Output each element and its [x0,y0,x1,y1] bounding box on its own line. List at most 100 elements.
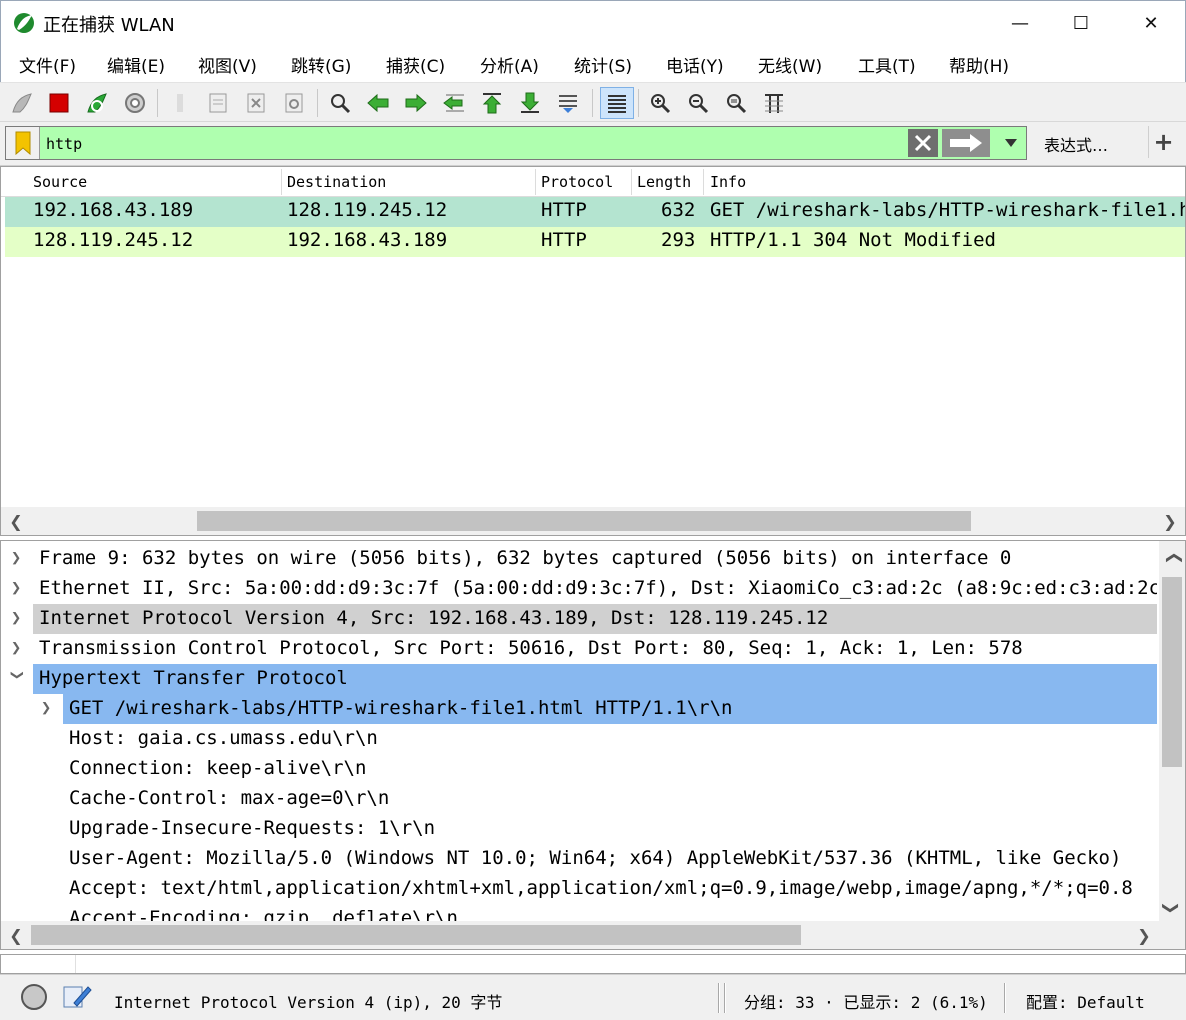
status-profile[interactable]: 配置: Default [1026,989,1145,1013]
scroll-left-icon[interactable]: ❮ [5,510,27,532]
capture-options-gear-icon[interactable] [121,89,149,117]
status-bar: Internet Protocol Version 4 (ip), 20 字节 … [0,974,1186,1020]
resize-columns-icon[interactable] [760,89,788,117]
column-header-info[interactable]: Info [710,173,746,191]
detail-row[interactable]: Connection: keep-alive\r\n [1,754,1157,784]
scrollbar-thumb[interactable] [197,511,971,531]
detail-row[interactable]: Accept: text/html,application/xhtml+xml,… [1,874,1157,904]
find-packet-magnifier-icon[interactable] [326,89,354,117]
scrollbar-thumb[interactable] [1162,577,1182,767]
column-header-source[interactable]: Source [33,173,87,191]
detail-row[interactable]: ❯ Hypertext Transfer Protocol [1,664,1157,694]
toolbar-separator [592,89,593,117]
packet-bytes-pane[interactable] [0,954,1186,974]
apply-filter-arrow-icon[interactable] [942,129,990,157]
expand-chevron-icon[interactable]: ❯ [11,578,27,598]
save-file-icon[interactable] [204,89,232,117]
packet-row[interactable]: 128.119.245.12 192.168.43.189 HTTP 293 H… [5,227,1185,257]
last-packet-icon[interactable] [516,89,544,117]
column-header-protocol[interactable]: Protocol [541,173,613,191]
packet-list-hscrollbar[interactable]: ❮ ❯ [1,507,1185,535]
zoom-in-icon[interactable] [646,89,674,117]
menu-view[interactable]: 视图(V) [198,50,257,79]
filter-history-dropdown-icon[interactable] [996,129,1026,157]
detail-row[interactable]: ❯ Internet Protocol Version 4, Src: 192.… [1,604,1157,634]
go-back-arrow-icon[interactable] [364,89,392,117]
detail-row[interactable]: ❯ Ethernet II, Src: 5a:00:dd:d9:3c:7f (5… [1,574,1157,604]
menu-analyze[interactable]: 分析(A) [480,50,539,79]
restart-capture-icon[interactable] [83,89,111,117]
capture-status-circle-icon[interactable] [20,983,48,1011]
scroll-right-icon[interactable]: ❯ [1133,924,1155,946]
menu-wireless[interactable]: 无线(W) [758,50,822,79]
packet-list-pane: Source Destination Protocol Length Info … [0,166,1186,536]
packet-destination: 192.168.43.189 [287,229,448,251]
auto-scroll-icon[interactable] [554,89,582,117]
menu-capture[interactable]: 捕获(C) [386,50,445,79]
colorize-list-icon[interactable] [600,87,634,119]
scroll-down-icon[interactable]: ❯ [1161,897,1183,919]
details-hscrollbar[interactable]: ❮ ❯ [1,921,1185,949]
scroll-left-icon[interactable]: ❮ [5,924,27,946]
details-vscrollbar[interactable]: ❯ ❯ [1159,541,1185,921]
expression-button[interactable]: 表达式… [1044,132,1108,156]
menu-bar: 文件(F) 编辑(E) 视图(V) 跳转(G) 捕获(C) 分析(A) 统计(S… [0,44,1186,82]
packet-row[interactable]: 192.168.43.189 128.119.245.12 HTTP 632 G… [5,197,1185,227]
column-divider[interactable] [281,169,282,195]
detail-text: Hypertext Transfer Protocol [33,664,1157,694]
detail-text: Host: gaia.cs.umass.edu\r\n [69,727,378,749]
menu-edit[interactable]: 编辑(E) [107,50,165,79]
title-bar: 正在捕获 WLAN — ☐ ✕ [0,0,1186,44]
menu-telephony[interactable]: 电话(Y) [666,50,724,79]
column-header-length[interactable]: Length [637,173,691,191]
detail-text: Accept: text/html,application/xhtml+xml,… [69,877,1133,899]
menu-go[interactable]: 跳转(G) [291,50,351,79]
menu-help[interactable]: 帮助(H) [949,50,1009,79]
packet-source: 128.119.245.12 [33,229,194,251]
reload-file-icon[interactable] [280,89,308,117]
detail-row[interactable]: Host: gaia.cs.umass.edu\r\n [1,724,1157,754]
menu-file[interactable]: 文件(F) [19,50,76,79]
packet-list-header: Source Destination Protocol Length Info [1,167,1185,197]
column-divider[interactable] [703,169,704,195]
column-header-destination[interactable]: Destination [287,173,386,191]
status-separator [718,983,720,1013]
expand-chevron-icon[interactable]: ❯ [11,638,27,658]
detail-row[interactable]: Upgrade-Insecure-Requests: 1\r\n [1,814,1157,844]
expand-chevron-icon[interactable]: ❯ [11,608,27,628]
column-divider[interactable] [631,169,632,195]
scroll-right-icon[interactable]: ❯ [1159,510,1181,532]
expand-chevron-icon[interactable]: ❯ [41,698,57,718]
scroll-up-icon[interactable]: ❯ [1161,547,1183,569]
display-filter-input[interactable]: http [5,126,1027,160]
detail-row[interactable]: ❯ Frame 9: 632 bytes on wire (5056 bits)… [1,544,1157,574]
close-button[interactable]: ✕ [1128,1,1174,45]
detail-row[interactable]: ❯ GET /wireshark-labs/HTTP-wireshark-fil… [1,694,1157,724]
close-file-icon[interactable] [242,89,270,117]
menu-statistics[interactable]: 统计(S) [574,50,632,79]
open-file-icon[interactable] [166,89,194,117]
edit-capture-comment-icon[interactable] [62,983,92,1011]
maximize-button[interactable]: ☐ [1058,1,1104,45]
detail-row[interactable]: User-Agent: Mozilla/5.0 (Windows NT 10.0… [1,844,1157,874]
stop-capture-icon[interactable] [45,89,73,117]
collapse-chevron-icon[interactable]: ❯ [7,670,27,686]
detail-row[interactable]: ❯ Transmission Control Protocol, Src Por… [1,634,1157,664]
zoom-out-icon[interactable] [684,89,712,117]
packet-destination: 128.119.245.12 [287,199,448,221]
expand-chevron-icon[interactable]: ❯ [11,548,27,568]
detail-row[interactable]: Cache-Control: max-age=0\r\n [1,784,1157,814]
go-forward-arrow-icon[interactable] [402,89,430,117]
column-divider[interactable] [535,169,536,195]
start-capture-fin-icon[interactable] [8,89,36,117]
minimize-button[interactable]: — [997,1,1043,45]
first-packet-icon[interactable] [478,89,506,117]
menu-tools[interactable]: 工具(T) [858,50,916,79]
add-filter-button[interactable]: + [1148,126,1178,158]
packet-length: 293 [661,229,696,251]
zoom-normal-icon[interactable] [722,89,750,117]
scrollbar-thumb[interactable] [31,925,801,945]
go-to-packet-icon[interactable] [440,89,468,117]
clear-filter-icon[interactable] [908,129,938,157]
filter-bookmark-icon[interactable] [6,127,40,159]
